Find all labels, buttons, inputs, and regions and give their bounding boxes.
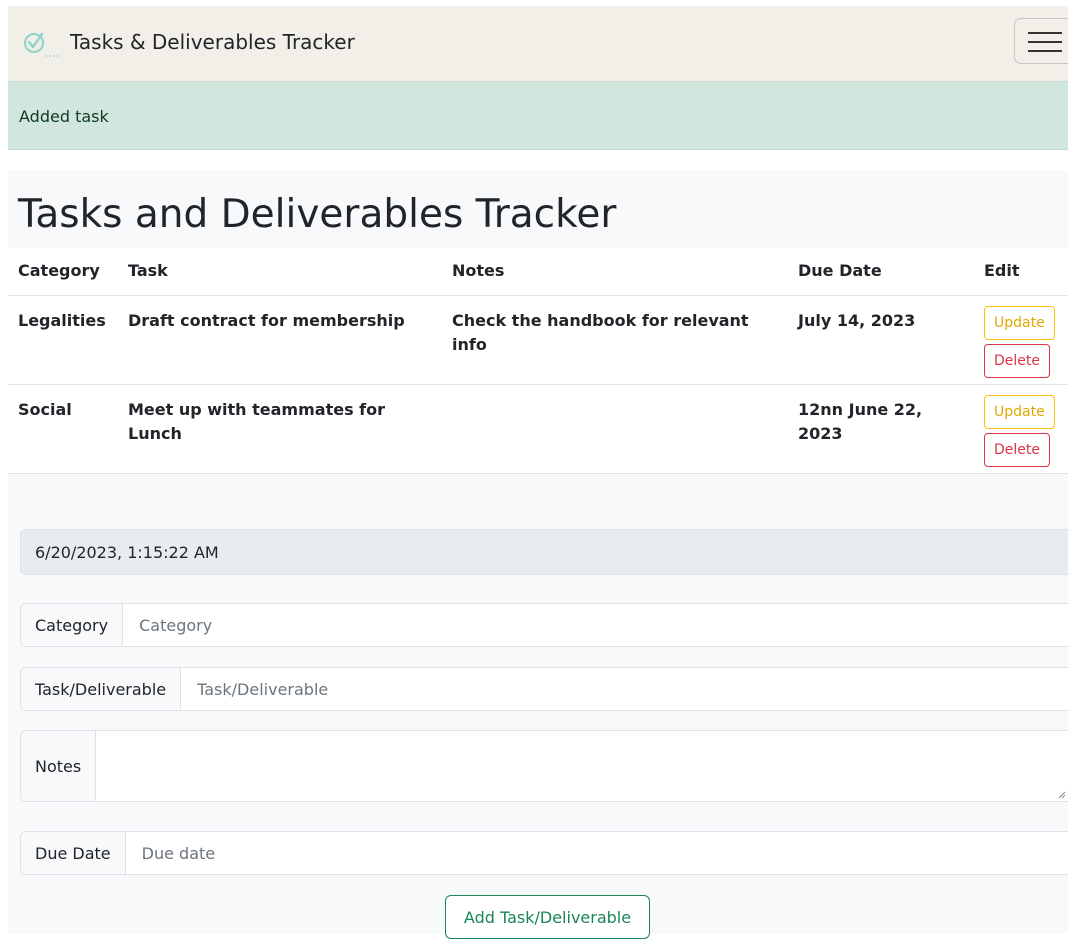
table-row: Legalities Draft contract for membership…: [8, 295, 1068, 385]
check-circle-icon: [24, 32, 60, 57]
task-label: Task/Deliverable: [21, 668, 182, 710]
success-alert: Added task: [8, 82, 1068, 150]
cell-edit: Update Delete: [976, 384, 1068, 474]
current-datetime: 6/20/2023, 1:15:22 AM: [20, 529, 1068, 575]
navbar: Tasks & Deliverables Tracker: [8, 6, 1068, 82]
column-header-due-date: Due Date: [790, 248, 976, 296]
notes-label: Notes: [21, 731, 97, 801]
alert-message: Added task: [19, 107, 109, 126]
update-button[interactable]: Update: [984, 306, 1055, 340]
add-task-button[interactable]: Add Task/Deliverable: [445, 895, 650, 939]
page-title: Tasks and Deliverables Tracker: [18, 192, 617, 237]
cell-notes: [444, 384, 790, 474]
datetime-text: 6/20/2023, 1:15:22 AM: [35, 543, 219, 562]
cell-edit: Update Delete: [976, 295, 1068, 385]
column-header-notes: Notes: [444, 248, 790, 296]
update-button[interactable]: Update: [984, 395, 1055, 429]
column-header-category: Category: [8, 248, 120, 296]
cell-notes: Check the handbook for relevant info: [444, 295, 790, 385]
menu-toggle-button[interactable]: [1014, 18, 1068, 64]
cell-task: Meet up with teammates for Lunch: [120, 384, 444, 474]
notes-input-group: Notes: [20, 730, 1068, 802]
cell-category: Social: [8, 384, 120, 474]
cell-category: Legalities: [8, 295, 120, 385]
category-input[interactable]: [123, 604, 1068, 646]
cell-task: Draft contract for membership: [120, 295, 444, 385]
cell-due-date: July 14, 2023: [790, 295, 976, 385]
task-input[interactable]: [181, 668, 1068, 710]
delete-button[interactable]: Delete: [984, 433, 1050, 467]
notes-textarea[interactable]: [96, 731, 1068, 801]
table-header-row: Category Task Notes Due Date Edit: [8, 248, 1068, 296]
due-date-label: Due Date: [21, 832, 126, 874]
navbar-brand[interactable]: Tasks & Deliverables Tracker: [70, 30, 355, 54]
category-label: Category: [21, 604, 124, 646]
delete-button[interactable]: Delete: [984, 344, 1050, 378]
cell-due-date: 12nn June 22, 2023: [790, 384, 976, 474]
hamburger-menu-icon: [1028, 32, 1062, 34]
tasks-table: Category Task Notes Due Date Edit Legali…: [8, 248, 1068, 474]
task-input-group: Task/Deliverable: [20, 667, 1068, 711]
category-input-group: Category: [20, 603, 1068, 647]
main-container: Tasks and Deliverables Tracker Category …: [8, 170, 1068, 939]
table-row: Social Meet up with teammates for Lunch …: [8, 384, 1068, 474]
due-date-input[interactable]: [125, 832, 1068, 874]
column-header-edit: Edit: [976, 248, 1068, 296]
column-header-task: Task: [120, 248, 444, 296]
resize-handle-icon[interactable]: [1058, 791, 1066, 799]
due-date-input-group: Due Date: [20, 831, 1068, 875]
